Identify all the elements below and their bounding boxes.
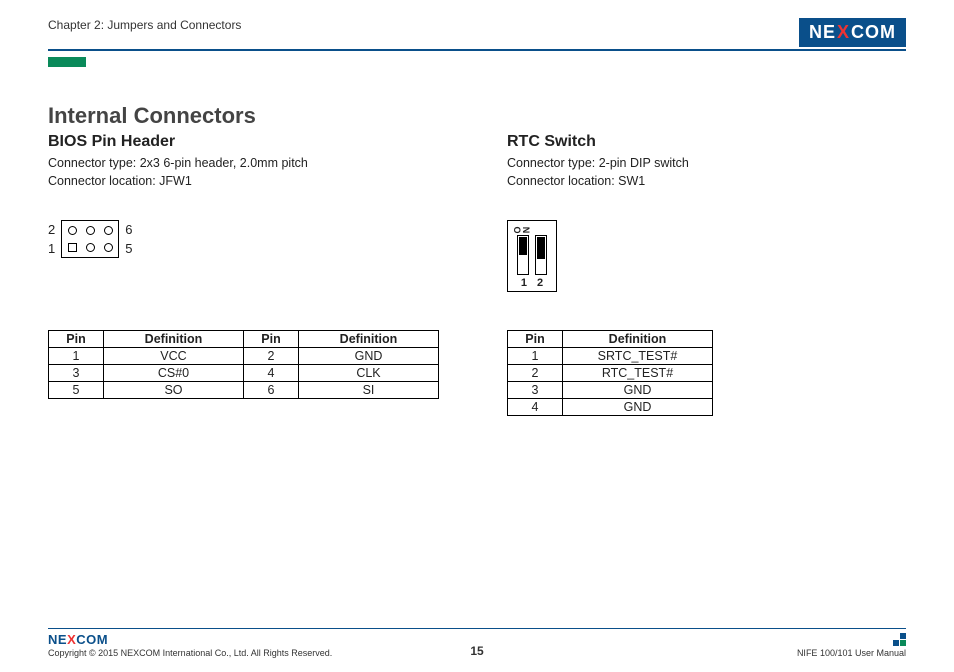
rtc-switch-section: RTC Switch Connector type: 2-pin DIP swi… xyxy=(507,133,906,416)
dip-toggle-icon xyxy=(537,237,545,259)
rtc-spec-location: Connector location: SW1 xyxy=(507,173,906,191)
footer-deco-icon xyxy=(893,633,906,646)
pin-icon xyxy=(104,226,113,235)
bios-pin-header-section: BIOS Pin Header Connector type: 2x3 6-pi… xyxy=(48,133,447,416)
brand-logo: NEXCOM xyxy=(799,18,906,47)
pin-icon xyxy=(86,243,95,252)
pin1-icon xyxy=(68,243,77,252)
brand-post: COM xyxy=(851,22,896,43)
table-row: 1 VCC 2 GND xyxy=(49,348,439,365)
top-bar: Chapter 2: Jumpers and Connectors NEXCOM xyxy=(48,18,906,51)
dip-slot-2 xyxy=(535,235,547,275)
bios-pin-table: Pin Definition Pin Definition 1 VCC 2 GN… xyxy=(48,330,439,399)
pin-label-6: 6 xyxy=(125,222,132,237)
th-def: Definition xyxy=(563,331,713,348)
table-row: 2 RTC_TEST# xyxy=(508,365,713,382)
accent-bar xyxy=(48,57,86,67)
table-row: 3 CS#0 4 CLK xyxy=(49,365,439,382)
pin-label-5: 5 xyxy=(125,241,132,256)
pin-label-1: 1 xyxy=(48,241,55,256)
bios-spec-location: Connector location: JFW1 xyxy=(48,173,447,191)
pin-icon xyxy=(68,226,77,235)
pin-icon xyxy=(104,243,113,252)
brand-x: X xyxy=(837,22,850,43)
bios-spec-type: Connector type: 2x3 6-pin header, 2.0mm … xyxy=(48,155,447,173)
section-title: Internal Connectors xyxy=(48,103,906,129)
table-row: 5 SO 6 SI xyxy=(49,382,439,399)
footer-logo: NEXCOM xyxy=(48,632,332,647)
rtc-pin-table: Pin Definition 1 SRTC_TEST# 2 RTC_TEST# … xyxy=(507,330,713,416)
table-row: 1 SRTC_TEST# xyxy=(508,348,713,365)
brand-pre: NE xyxy=(809,22,836,43)
page-footer: NEXCOM Copyright © 2015 NEXCOM Internati… xyxy=(48,628,906,658)
dip-slot-1 xyxy=(517,235,529,275)
th-pin: Pin xyxy=(244,331,299,348)
dip-num-2: 2 xyxy=(537,277,543,289)
bios-pin-diagram: 2 1 6 5 xyxy=(48,220,132,258)
chapter-label: Chapter 2: Jumpers and Connectors xyxy=(48,18,241,32)
dip-toggle-icon xyxy=(519,237,527,255)
dip-switch-diagram: ON 1 2 xyxy=(507,220,557,292)
rtc-spec-type: Connector type: 2-pin DIP switch xyxy=(507,155,906,173)
dip-on-label: ON xyxy=(512,223,530,233)
pin-label-2: 2 xyxy=(48,222,55,237)
manual-name: NIFE 100/101 User Manual xyxy=(797,648,906,658)
th-def: Definition xyxy=(104,331,244,348)
th-pin: Pin xyxy=(49,331,104,348)
copyright-text: Copyright © 2015 NEXCOM International Co… xyxy=(48,648,332,658)
page-number: 15 xyxy=(470,644,483,658)
bios-title: BIOS Pin Header xyxy=(48,133,447,151)
rtc-title: RTC Switch xyxy=(507,133,906,151)
table-row: 4 GND xyxy=(508,399,713,416)
table-row: 3 GND xyxy=(508,382,713,399)
pin-icon xyxy=(86,226,95,235)
dip-num-1: 1 xyxy=(521,277,527,289)
th-pin: Pin xyxy=(508,331,563,348)
th-def: Definition xyxy=(299,331,439,348)
